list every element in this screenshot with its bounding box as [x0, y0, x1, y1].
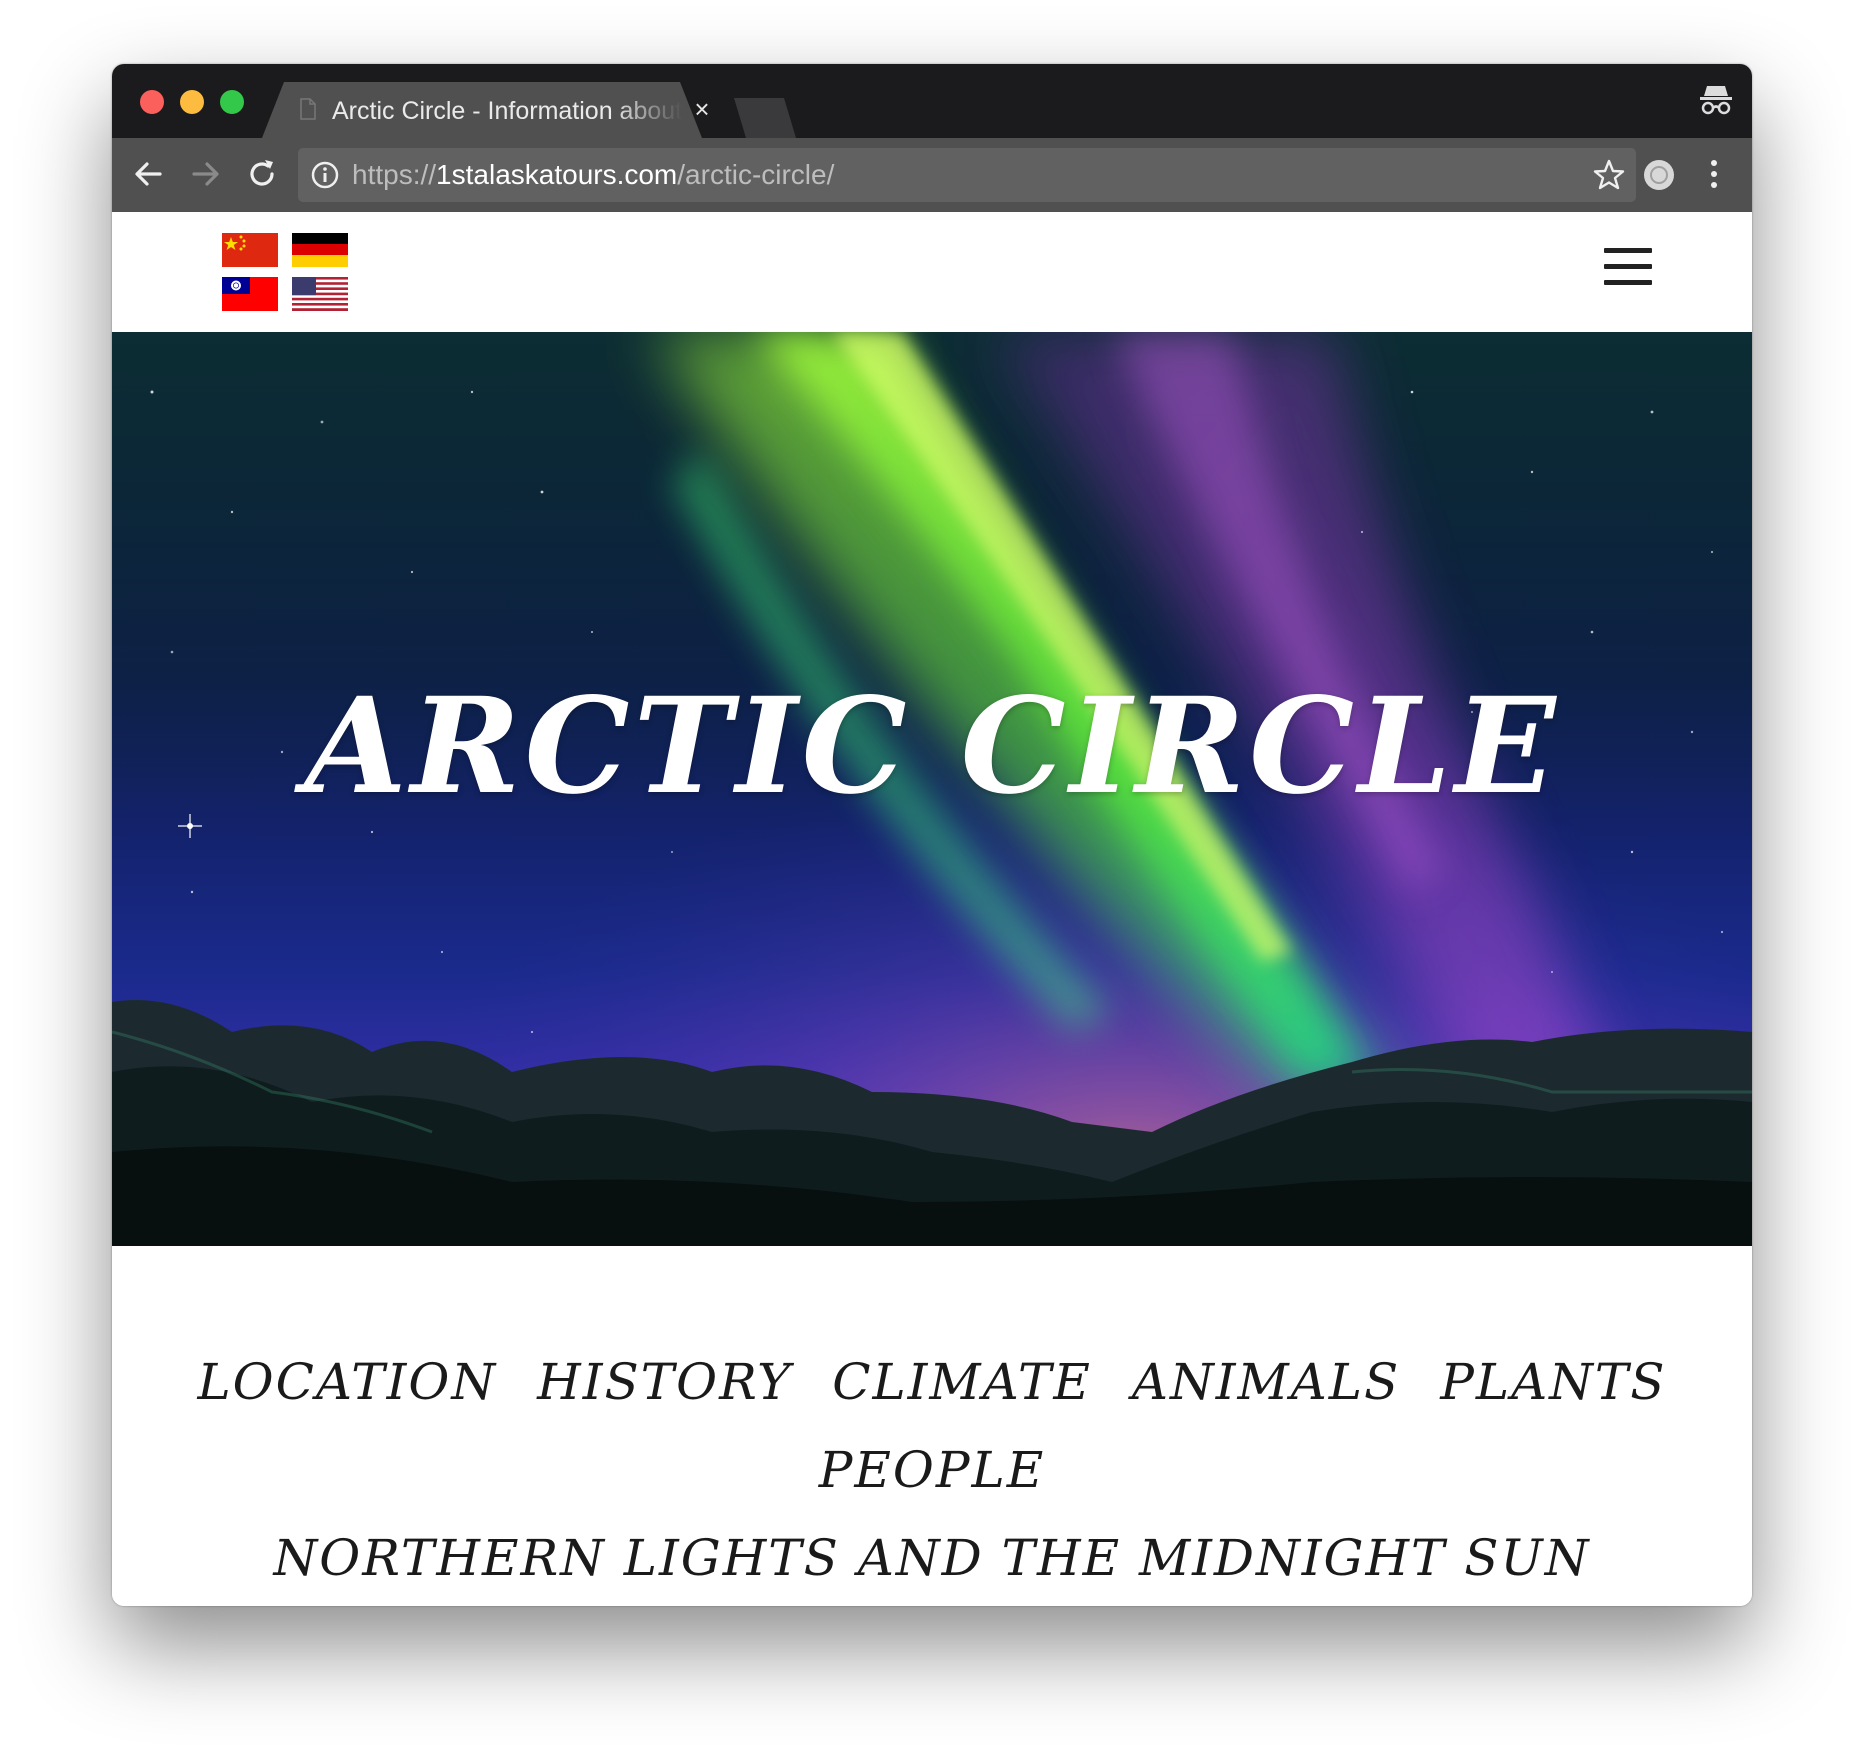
topic-navigation: LOCATION HISTORY CLIMATE ANIMALS PLANTS PEOP…: [112, 1246, 1752, 1606]
screenshot-canvas: Arctic Circle - Information about the Ar…: [0, 0, 1860, 1762]
hamburger-bar: [1604, 264, 1652, 269]
taiwan-flag-icon[interactable]: [222, 277, 278, 311]
bookmark-star-icon[interactable]: [1592, 158, 1626, 192]
browser-toolbar: https://1stalaskatours.com/arctic-circle…: [112, 138, 1752, 212]
topic-row: NORTHERN LIGHTS AND THE MIDNIGHT SUN: [112, 1528, 1752, 1588]
extension-icon[interactable]: [1642, 158, 1676, 192]
history-link[interactable]: HISTORY: [537, 1352, 792, 1412]
title-bar: Arctic Circle - Information about the Ar…: [112, 64, 1752, 138]
hero-banner: ARCTIC CIRCLE: [112, 332, 1752, 1246]
hero-title: ARCTIC CIRCLE: [304, 669, 1560, 824]
usa-flag-icon[interactable]: [292, 277, 348, 311]
new-tab-button[interactable]: [734, 98, 798, 138]
topic-row: PEOPLE: [112, 1440, 1752, 1500]
minimize-window-button[interactable]: [180, 90, 204, 114]
forward-arrow-icon[interactable]: [188, 156, 224, 192]
page-viewport: ARCTIC CIRCLE LOCATION HISTORY CLIMATE ANIM…: [112, 212, 1752, 1606]
northern-lights-link[interactable]: NORTHERN LIGHTS AND THE MIDNIGHT SUN: [274, 1528, 1591, 1588]
tab-title: Arctic Circle - Information about the Ar…: [332, 97, 682, 125]
back-arrow-icon[interactable]: [130, 156, 166, 192]
active-tab[interactable]: Arctic Circle - Information about the Ar…: [262, 82, 710, 138]
people-link[interactable]: PEOPLE: [819, 1440, 1045, 1500]
maximize-window-button[interactable]: [220, 90, 244, 114]
animals-link[interactable]: ANIMALS: [1132, 1352, 1400, 1412]
climate-link[interactable]: CLIMATE: [832, 1352, 1092, 1412]
close-window-button[interactable]: [140, 90, 164, 114]
url-scheme: https://: [352, 159, 437, 190]
plants-link[interactable]: PLANTS: [1440, 1352, 1666, 1412]
url-path: /arctic-circle/: [677, 159, 835, 190]
site-header: [112, 212, 1752, 332]
hamburger-bar: [1604, 280, 1652, 285]
browser-window: Arctic Circle - Information about the Ar…: [112, 64, 1752, 1606]
url-host: 1stalaskatours.com: [436, 159, 678, 190]
china-flag-icon[interactable]: [222, 233, 278, 267]
germany-flag-icon[interactable]: [292, 233, 348, 267]
topic-row: LOCATION HISTORY CLIMATE ANIMALS PLANTS: [112, 1352, 1752, 1412]
hamburger-bar: [1604, 248, 1652, 253]
browser-menu-icon[interactable]: [1704, 156, 1724, 192]
incognito-icon: [1700, 86, 1732, 115]
page-icon: [300, 98, 316, 120]
location-link[interactable]: LOCATION: [197, 1352, 497, 1412]
close-tab-icon[interactable]: ×: [690, 94, 714, 124]
url-text: https://1stalaskatours.com/arctic-circle…: [352, 158, 834, 192]
hamburger-menu-icon[interactable]: [1604, 248, 1652, 286]
reload-icon[interactable]: [244, 156, 280, 192]
address-bar[interactable]: https://1stalaskatours.com/arctic-circle…: [298, 148, 1636, 202]
site-info-icon[interactable]: [310, 160, 340, 190]
